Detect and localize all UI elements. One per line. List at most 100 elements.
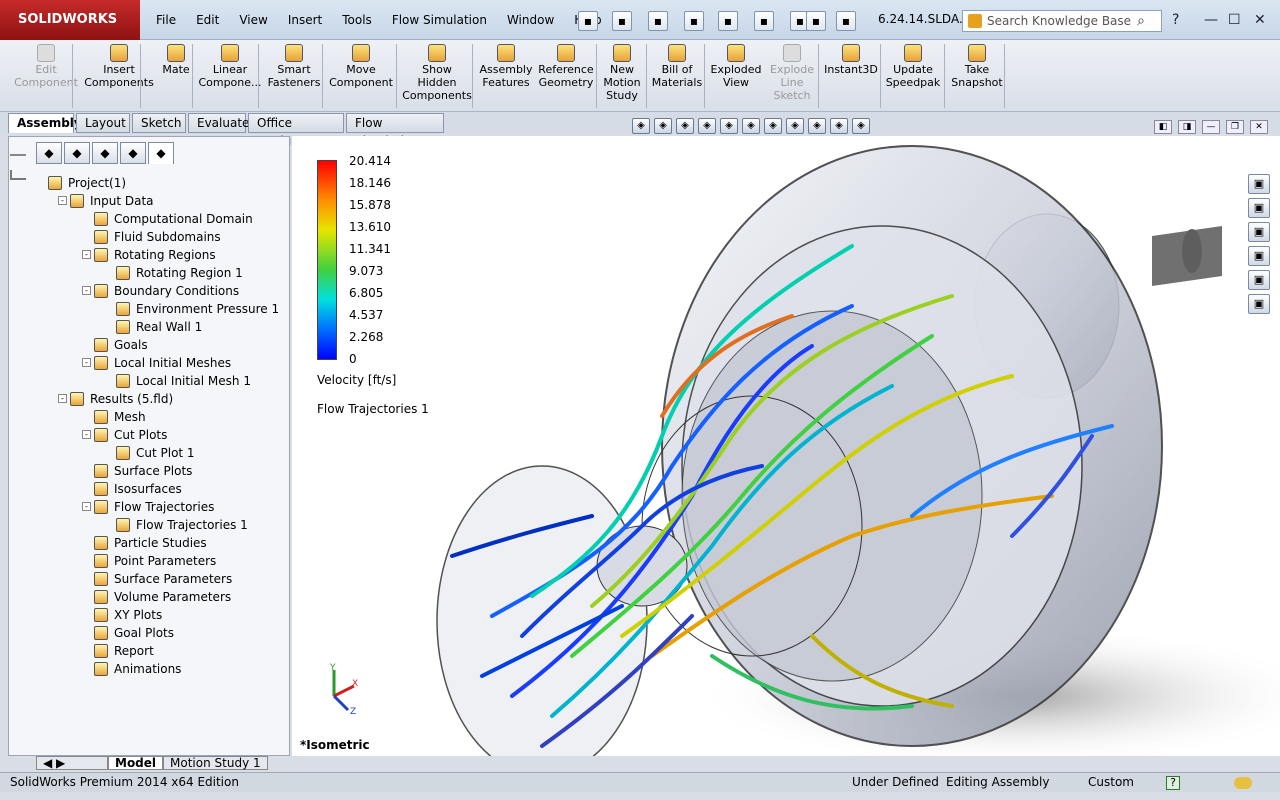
tree-item-project-1[interactable]: Project(1): [48, 174, 126, 192]
unit-system-button[interactable]: Custom: [1088, 773, 1134, 792]
bottom-tab-motion-study-1[interactable]: Motion Study 1: [163, 756, 268, 770]
tree-item-results-5-fld[interactable]: Results (5.fld): [70, 390, 173, 408]
command-smart-fasteners[interactable]: Smart Fasteners: [264, 42, 324, 89]
command-mate[interactable]: Mate: [156, 42, 196, 76]
viewport-expand-button[interactable]: ◨: [1178, 120, 1196, 134]
view-palette-icon[interactable]: ▣: [1248, 246, 1270, 266]
tree-item-surface-parameters[interactable]: Surface Parameters: [94, 570, 232, 588]
command-instant3d[interactable]: Instant3D: [822, 42, 880, 76]
section-view-icon[interactable]: ◈: [698, 118, 716, 134]
flow-simulation-analysis-icon[interactable]: ◆: [148, 142, 174, 164]
tree-expander-input-data[interactable]: -: [58, 196, 67, 205]
view-settings-icon[interactable]: ◈: [852, 118, 870, 134]
command-explode-line-sketch[interactable]: Explode Line Sketch: [766, 42, 818, 102]
print-icon[interactable]: ▪: [684, 11, 704, 31]
design-library-icon[interactable]: ▣: [1248, 198, 1270, 218]
tree-expander-rotating-regions[interactable]: -: [82, 250, 91, 259]
tree-item-mesh[interactable]: Mesh: [94, 408, 146, 426]
configuration-manager-icon[interactable]: ◆: [92, 142, 118, 164]
command-new-motion-study[interactable]: New Motion Study: [600, 42, 644, 102]
close-button[interactable]: ✕: [1254, 12, 1266, 28]
command-move-component[interactable]: Move Component: [326, 42, 396, 89]
help-icon[interactable]: ?: [1172, 12, 1179, 28]
display-manager-icon[interactable]: ◆: [120, 142, 146, 164]
command-edit-component[interactable]: Edit Component: [14, 42, 78, 89]
pin-icon[interactable]: [10, 170, 26, 180]
menu-tools[interactable]: Tools: [332, 13, 382, 27]
dynamic-annotation-icon[interactable]: ◈: [720, 118, 738, 134]
tree-expander-cut-plots[interactable]: -: [82, 430, 91, 439]
menu-file[interactable]: File: [146, 13, 186, 27]
menu-view[interactable]: View: [229, 13, 277, 27]
tree-item-input-data[interactable]: Input Data: [70, 192, 154, 210]
property-manager-icon[interactable]: ◆: [64, 142, 90, 164]
command-exploded-view[interactable]: Exploded View: [708, 42, 764, 89]
tree-item-local-initial-meshes[interactable]: Local Initial Meshes: [94, 354, 231, 372]
menu-insert[interactable]: Insert: [278, 13, 332, 27]
tree-item-goals[interactable]: Goals: [94, 336, 148, 354]
zoom-to-fit-icon[interactable]: ◈: [632, 118, 650, 134]
quick-tips-icon[interactable]: ?: [1166, 776, 1180, 790]
viewport-close-button[interactable]: ✕: [1250, 120, 1268, 134]
zoom-area-icon[interactable]: ◈: [654, 118, 672, 134]
viewport-collapse-button[interactable]: ◧: [1154, 120, 1172, 134]
tab-evaluate[interactable]: Evaluate: [188, 113, 249, 133]
feature-manager-icon[interactable]: ◆: [36, 142, 62, 164]
tree-item-particle-studies[interactable]: Particle Studies: [94, 534, 207, 552]
viewport-minimize-button[interactable]: —: [1202, 120, 1220, 134]
previous-view-icon[interactable]: ◈: [676, 118, 694, 134]
search-icon[interactable]: ⌕: [1137, 11, 1145, 31]
options-icon[interactable]: ▪: [806, 11, 826, 31]
tree-item-rotating-regions[interactable]: Rotating Regions: [94, 246, 216, 264]
command-linear-compone[interactable]: Linear Compone...: [198, 42, 262, 89]
tab-assembly[interactable]: Assembly: [8, 113, 82, 133]
tag-icon[interactable]: [1234, 777, 1252, 789]
tree-item-real-wall-1[interactable]: Real Wall 1: [116, 318, 202, 336]
command-bill-of-materials[interactable]: Bill of Materials: [650, 42, 704, 89]
save-icon[interactable]: ▪: [648, 11, 668, 31]
select-icon[interactable]: ▪: [754, 11, 774, 31]
display-style-icon[interactable]: ◈: [764, 118, 782, 134]
apply-scene-icon[interactable]: ◈: [830, 118, 848, 134]
tree-item-point-parameters[interactable]: Point Parameters: [94, 552, 216, 570]
tree-item-local-initial-mesh-1[interactable]: Local Initial Mesh 1: [116, 372, 251, 390]
tree-expander-flow-trajectories[interactable]: -: [82, 502, 91, 511]
tree-item-surface-plots[interactable]: Surface Plots: [94, 462, 192, 480]
command-assembly-features[interactable]: Assembly Features: [478, 42, 534, 89]
hide-show-icon[interactable]: ◈: [786, 118, 804, 134]
tree-item-isosurfaces[interactable]: Isosurfaces: [94, 480, 182, 498]
tab-flow-simulation[interactable]: Flow Simulation: [346, 113, 444, 148]
solidworks-logo[interactable]: SOLIDWORKS: [0, 0, 140, 40]
tree-item-xy-plots[interactable]: XY Plots: [94, 606, 162, 624]
custom-properties-icon[interactable]: ▣: [1248, 294, 1270, 314]
command-take-snapshot[interactable]: Take Snapshot: [948, 42, 1006, 89]
tree-item-volume-parameters[interactable]: Volume Parameters: [94, 588, 231, 606]
edit-appearance-icon[interactable]: ◈: [808, 118, 826, 134]
command-show-hidden-components[interactable]: Show Hidden Components: [400, 42, 474, 102]
tree-item-environment-pressure-1[interactable]: Environment Pressure 1: [116, 300, 279, 318]
tree-item-cut-plot-1[interactable]: Cut Plot 1: [116, 444, 195, 462]
tree-item-rotating-region-1[interactable]: Rotating Region 1: [116, 264, 243, 282]
tree-item-animations[interactable]: Animations: [94, 660, 181, 678]
tree-expander-results-5-fld[interactable]: -: [58, 394, 67, 403]
minimize-button[interactable]: —: [1204, 12, 1218, 28]
home-icon[interactable]: ▣: [1248, 174, 1270, 194]
graphics-area[interactable]: [292, 136, 1280, 756]
menu-window[interactable]: Window: [497, 13, 564, 27]
maximize-button[interactable]: ☐: [1228, 12, 1241, 28]
tree-item-flow-trajectories[interactable]: Flow Trajectories: [94, 498, 214, 516]
command-reference-geometry[interactable]: Reference Geometry: [534, 42, 598, 89]
open-icon[interactable]: ▪: [612, 11, 632, 31]
tree-item-cut-plots[interactable]: Cut Plots: [94, 426, 167, 444]
tree-expander-local-initial-meshes[interactable]: -: [82, 358, 91, 367]
tab-scroll-arrows[interactable]: ◀ ▶: [36, 756, 108, 770]
bottom-tab-model[interactable]: Model: [108, 756, 164, 770]
menu-flow-simulation[interactable]: Flow Simulation: [382, 13, 497, 27]
menu-edit[interactable]: Edit: [186, 13, 229, 27]
tree-expander-boundary-conditions[interactable]: -: [82, 286, 91, 295]
tab-office-products[interactable]: Office Products: [248, 113, 344, 148]
file-explorer-icon[interactable]: ▣: [1248, 222, 1270, 242]
tree-item-fluid-subdomains[interactable]: Fluid Subdomains: [94, 228, 221, 246]
tree-item-boundary-conditions[interactable]: Boundary Conditions: [94, 282, 239, 300]
search-knowledge-base-input[interactable]: Search Knowledge Base ⌕: [962, 10, 1162, 32]
